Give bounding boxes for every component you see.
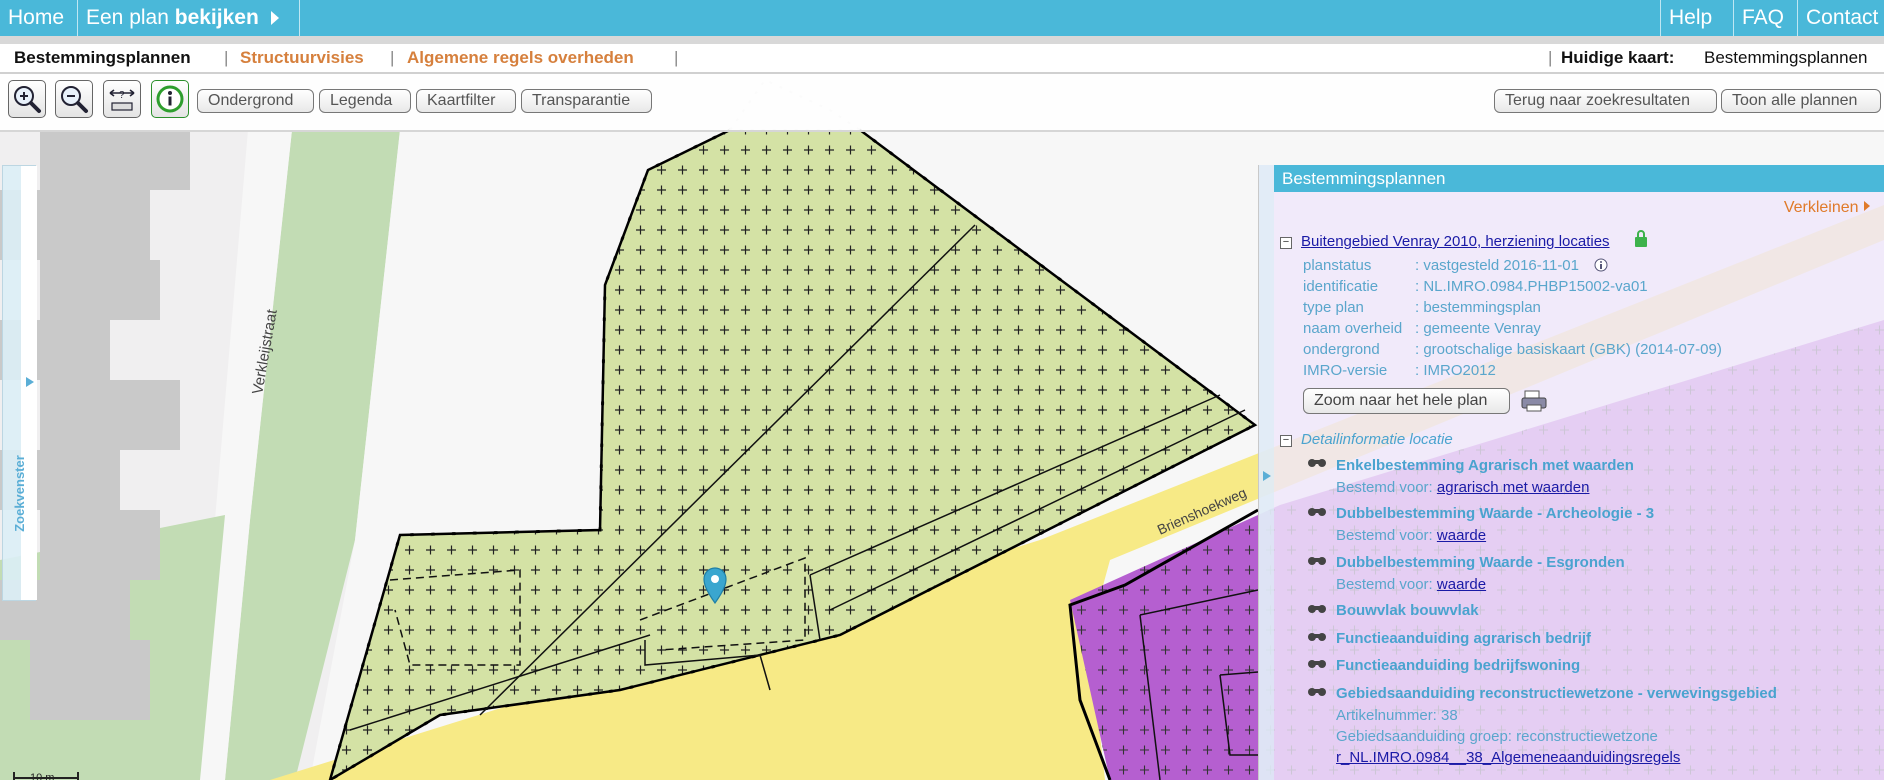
detail-archeologie[interactable]: Dubbelbestemming Waarde - Archeologie - … (1336, 505, 1654, 522)
map-type-tabs: Bestemmingsplannen | Structuurvisies | A… (0, 44, 1884, 74)
bestemd-voor-link[interactable]: agrarisch met waarden (1437, 479, 1590, 496)
detail-artikelnummer: Artikelnummer: 38 (1336, 707, 1458, 724)
detail-esgronden[interactable]: Dubbelbestemming Waarde - Esgronden (1336, 554, 1625, 571)
row-value-type-plan: : bestemmingsplan (1415, 299, 1541, 316)
kaartfilter-button[interactable]: Kaartfilter (416, 89, 516, 113)
nav-contact[interactable]: Contact (1797, 0, 1884, 36)
collapse-arrow-icon (1263, 471, 1271, 481)
bestemd-voor-label: Bestemd voor: (1336, 479, 1433, 496)
row-label-imro-versie: IMRO-versie (1303, 362, 1388, 379)
bestemd-voor-link[interactable]: waarde (1437, 527, 1486, 544)
measure-button[interactable]: ? (103, 80, 141, 118)
nav-plan-bold: bekijken (174, 6, 259, 29)
row-value-ondergrond: : grootschalige basiskaart (GBK) (2014-0… (1415, 341, 1722, 358)
detail-bouwvlak[interactable]: Bouwvlak bouwvlak (1336, 602, 1479, 619)
zoom-out-icon (61, 86, 88, 113)
zoom-out-button[interactable] (55, 80, 93, 118)
top-navigation: Home Een plan bekijken Help FAQ Contact (0, 0, 1884, 36)
row-label-identificatie: identificatie (1303, 278, 1379, 295)
panel-collapse-handle[interactable] (1259, 165, 1274, 780)
back-to-results-button[interactable]: Terug naar zoekresultaten (1494, 89, 1717, 113)
zoom-in-button[interactable] (8, 80, 46, 118)
detail-gebiedsaanduiding-groep: Gebiedsaanduiding groep: reconstructiewe… (1336, 728, 1658, 745)
lock-icon (1635, 230, 1647, 247)
measure-icon: ? (109, 89, 135, 111)
tab-separator: | (674, 48, 679, 67)
print-icon[interactable] (1520, 388, 1550, 414)
search-panel-tab[interactable]: Zoekvenster (2, 165, 37, 601)
binoculars-icon[interactable] (1306, 657, 1328, 669)
binoculars-icon[interactable] (1306, 554, 1328, 566)
top-divider (0, 36, 1884, 44)
expand-arrow-icon (26, 377, 34, 387)
bestemd-voor-label: Bestemd voor: (1336, 576, 1433, 593)
info-icon (156, 85, 184, 113)
current-map-label: Huidige kaart: (1561, 48, 1675, 67)
chevron-right-icon (1864, 201, 1870, 211)
row-value-imro-versie: : IMRO2012 (1415, 362, 1496, 379)
zoom-in-icon (14, 86, 41, 113)
tab-separator: | (1548, 48, 1553, 67)
detail-bestemd-voor-3: Bestemd voor: waarde (1336, 576, 1486, 593)
plan-title-link[interactable]: Buitengebied Venray 2010, herziening loc… (1301, 233, 1610, 250)
zoom-whole-plan-button[interactable]: Zoom naar het hele plan (1303, 388, 1510, 414)
tab-algemene-regels[interactable]: Algemene regels overheden (407, 48, 634, 68)
current-map-value: Bestemmingsplannen (1704, 48, 1868, 67)
search-panel-label: Zoekvenster (11, 455, 27, 532)
nav-help[interactable]: Help (1660, 0, 1733, 36)
tab-structuurvisies[interactable]: Structuurvisies (240, 48, 364, 68)
verkleinen-link[interactable]: Verkleinen (1784, 199, 1871, 217)
nav-home[interactable]: Home (0, 0, 78, 36)
detail-bedrijfswoning[interactable]: Functieaanduiding bedrijfswoning (1336, 657, 1580, 674)
detail-agrarisch-bedrijf[interactable]: Functieaanduiding agrarisch bedrijf (1336, 630, 1591, 647)
bestemd-voor-link[interactable]: waarde (1437, 576, 1486, 593)
show-all-plans-button[interactable]: Toon alle plannen (1721, 89, 1881, 113)
detail-title: Detailinformatie locatie (1301, 431, 1453, 448)
detail-bestemd-voor-2: Bestemd voor: waarde (1336, 527, 1486, 544)
binoculars-icon[interactable] (1306, 505, 1328, 517)
nav-plan-prefix: Een plan (86, 6, 169, 29)
verkleinen-label: Verkleinen (1783, 199, 1859, 216)
caret-right-icon (270, 11, 279, 26)
row-label-naam-overheid: naam overheid (1303, 320, 1403, 337)
status-info-icon[interactable] (1594, 258, 1608, 272)
binoculars-icon[interactable] (1306, 685, 1328, 697)
panel-title: Bestemmingsplannen (1274, 165, 1884, 192)
ondergrond-button[interactable]: Ondergrond (197, 89, 314, 113)
legenda-button[interactable]: Legenda (319, 89, 411, 113)
bestemd-voor-label: Bestemd voor: (1336, 527, 1433, 544)
row-label-planstatus: planstatus (1303, 257, 1372, 274)
svg-text:?: ? (119, 90, 125, 101)
regels-link: r_NL.IMRO.0984__38_Algemeneaanduidingsre… (1336, 749, 1681, 766)
detail-reconstructiewetzone[interactable]: Gebiedsaanduiding reconstructiewetzone -… (1336, 685, 1777, 702)
tab-separator: | (224, 48, 229, 67)
nav-faq[interactable]: FAQ (1733, 0, 1797, 36)
row-value-planstatus: : vastgesteld 2016-11-01 (1415, 257, 1579, 274)
scale-label: 10 m (30, 772, 54, 780)
tab-bestemmingsplannen[interactable]: Bestemmingsplannen (14, 48, 191, 68)
row-value-naam-overheid: : gemeente Venray (1415, 320, 1541, 337)
collapse-plan-icon[interactable]: − (1280, 237, 1292, 249)
plan-title: Buitengebied Venray 2010, herziening loc… (1301, 233, 1610, 250)
binoculars-icon[interactable] (1306, 602, 1328, 614)
detail-regels-link[interactable]: r_NL.IMRO.0984__38_Algemeneaanduidingsre… (1336, 749, 1680, 766)
row-value-identificatie: : NL.IMRO.0984.PHBP15002-va01 (1415, 278, 1648, 295)
nav-plan-bekijken[interactable]: Een plan bekijken (78, 0, 300, 36)
collapse-detail-icon[interactable]: − (1280, 435, 1292, 447)
detail-enkelbestemming[interactable]: Enkelbestemming Agrarisch met waarden (1336, 457, 1634, 474)
binoculars-icon[interactable] (1306, 456, 1328, 468)
tab-separator: | (390, 48, 395, 67)
detail-bestemd-voor-1: Bestemd voor: agrarisch met waarden (1336, 479, 1589, 496)
row-label-type-plan: type plan (1303, 299, 1364, 316)
row-label-ondergrond: ondergrond (1303, 341, 1380, 358)
binoculars-icon[interactable] (1306, 630, 1328, 642)
info-button[interactable] (151, 80, 189, 118)
transparantie-button[interactable]: Transparantie (521, 89, 652, 113)
